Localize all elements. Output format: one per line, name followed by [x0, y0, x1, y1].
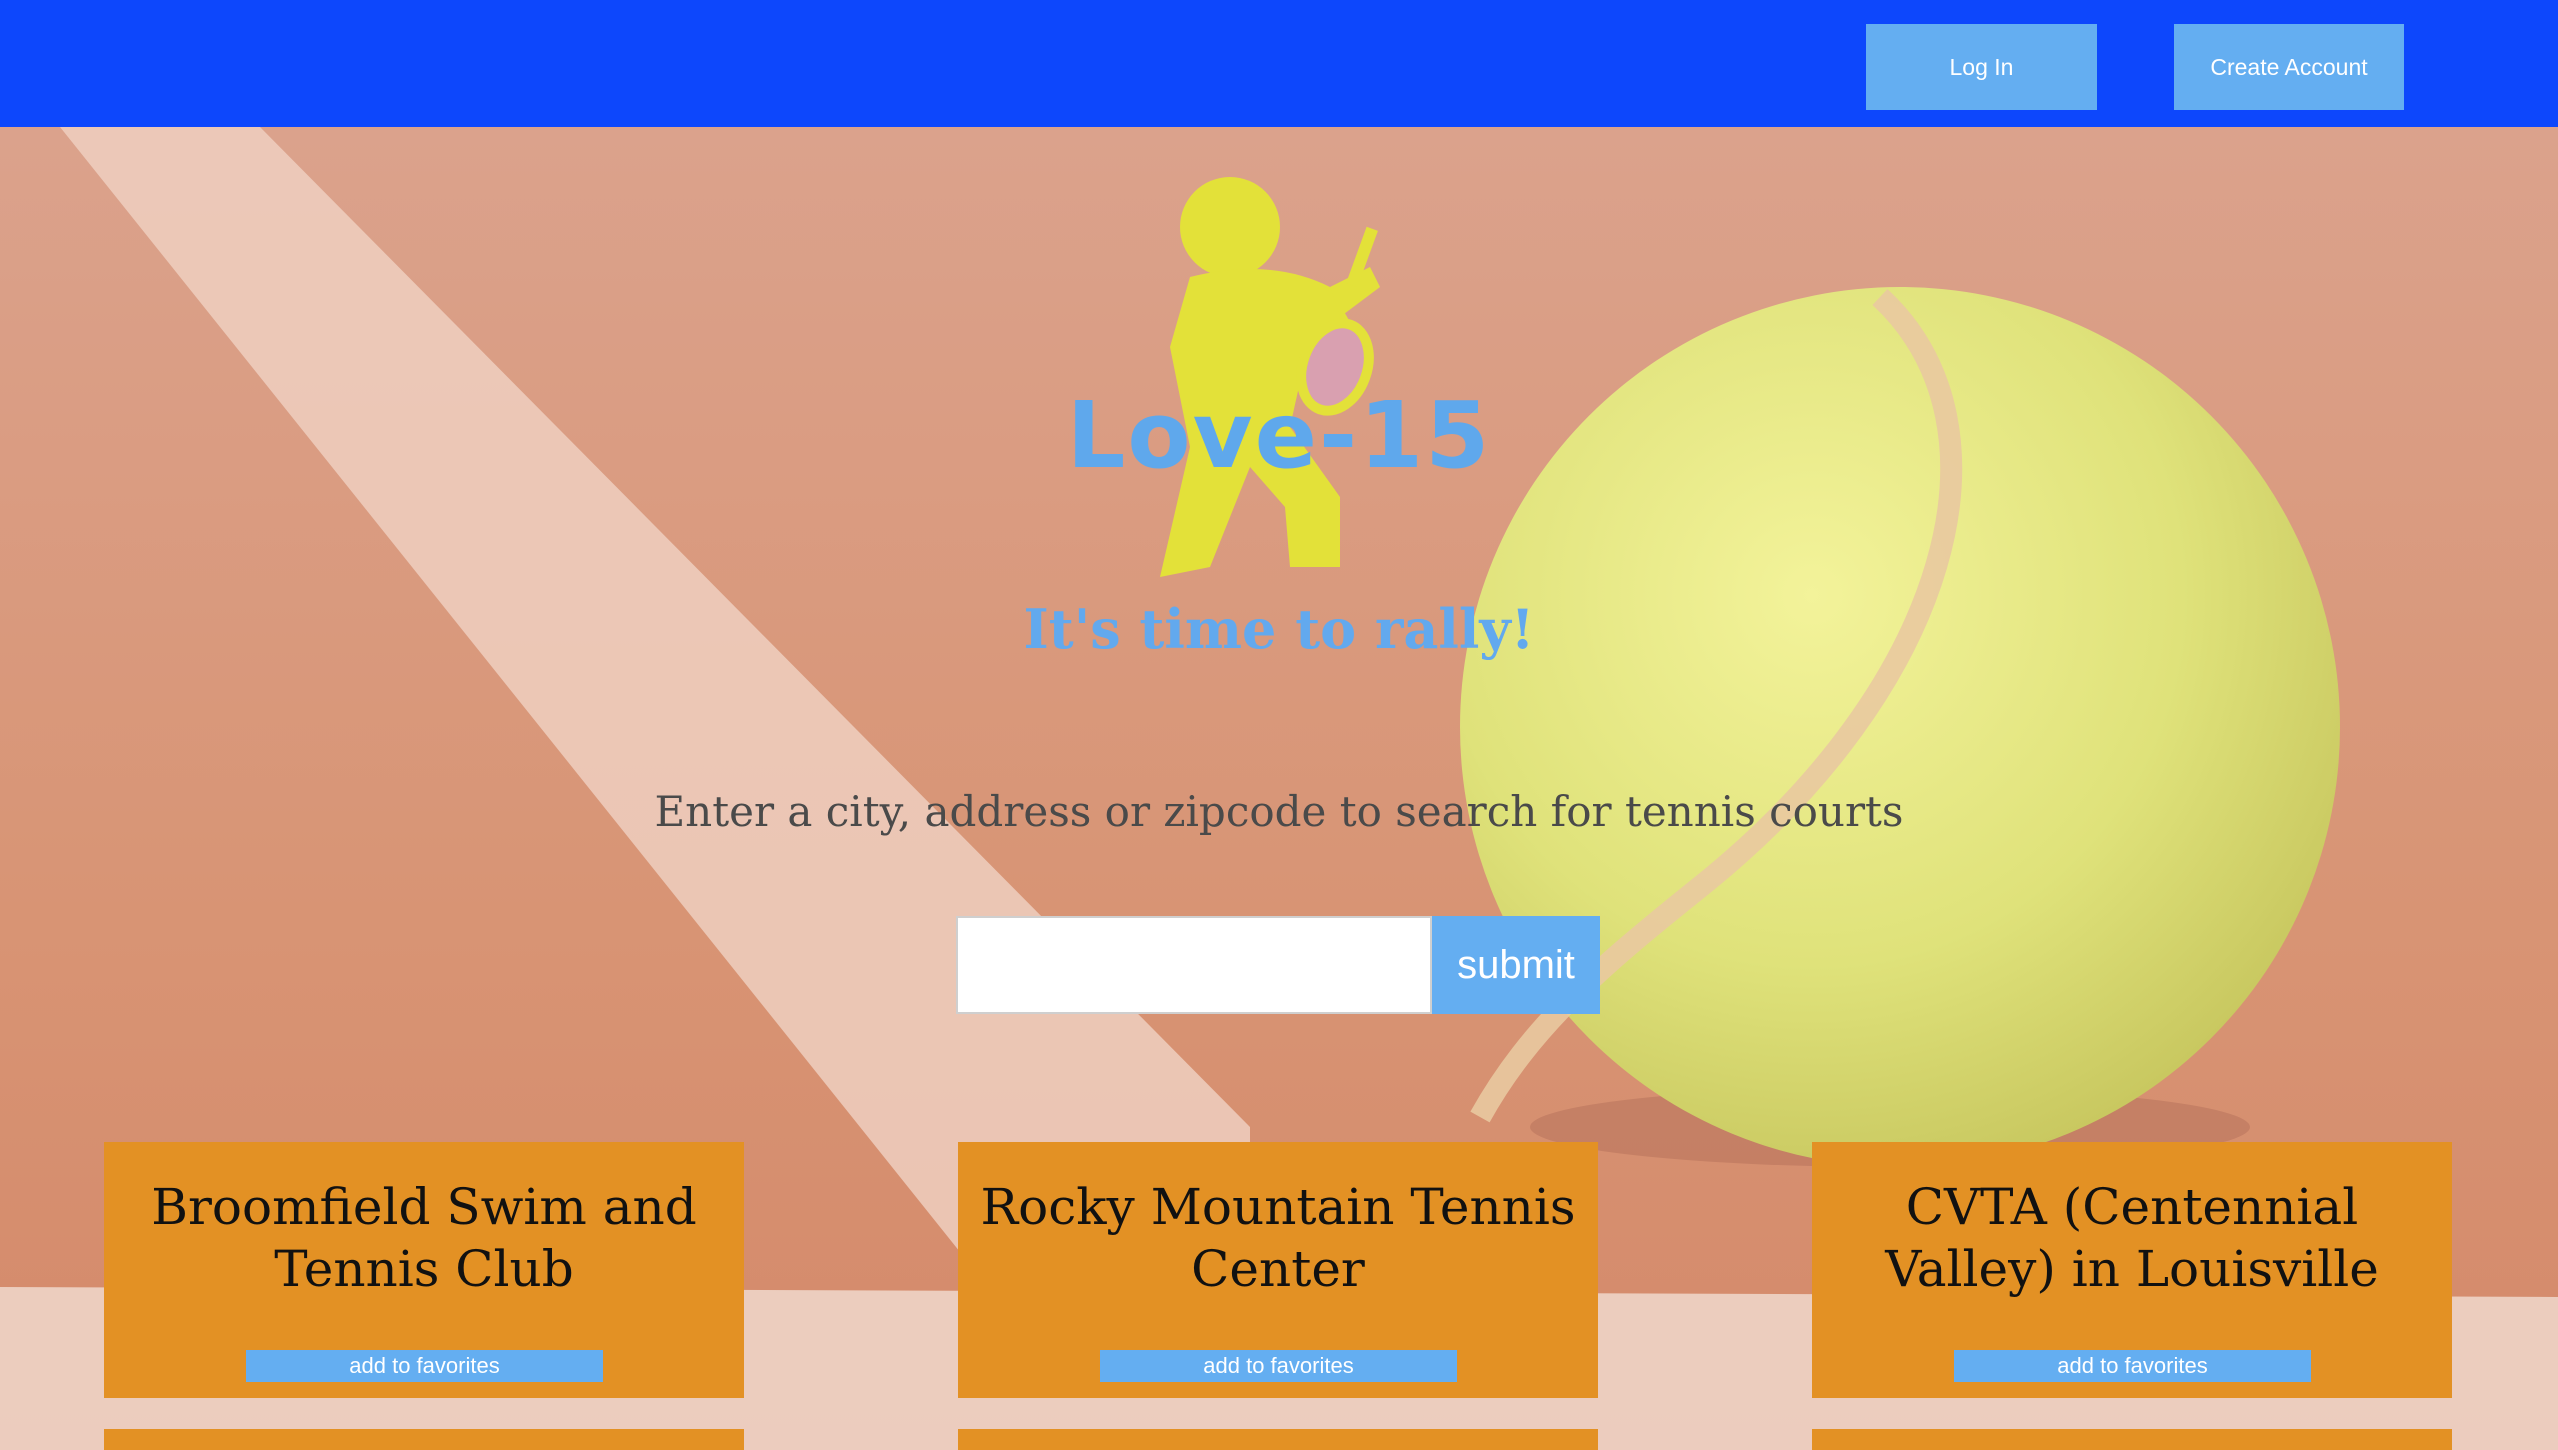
court-card-partial: [958, 1429, 1598, 1450]
court-name: CVTA (Centennial Valley) in Louisville: [1885, 1178, 2379, 1298]
brand-tagline: It's time to rally!: [1023, 597, 1535, 661]
brand-title: Love-15: [1066, 382, 1492, 489]
court-card: Broomfield Swim and Tennis Club add to f…: [104, 1142, 744, 1398]
tennis-player-icon: [1160, 177, 1380, 577]
add-to-favorites-button[interactable]: add to favorites: [246, 1350, 603, 1382]
submit-button[interactable]: submit: [1432, 916, 1600, 1014]
court-card: Rocky Mountain Tennis Center add to favo…: [958, 1142, 1598, 1398]
search-prompt: Enter a city, address or zipcode to sear…: [654, 787, 1904, 836]
location-search-input[interactable]: [956, 916, 1432, 1014]
top-navbar: Log In Create Account: [0, 0, 2558, 127]
court-name: Rocky Mountain Tennis Center: [980, 1178, 1576, 1298]
login-button[interactable]: Log In: [1866, 24, 2097, 110]
court-card-partial: [1812, 1429, 2452, 1450]
create-account-button[interactable]: Create Account: [2174, 24, 2404, 110]
add-to-favorites-button[interactable]: add to favorites: [1100, 1350, 1457, 1382]
hero-section: Love-15 It's time to rally! Enter a city…: [0, 127, 2558, 1450]
court-card: CVTA (Centennial Valley) in Louisville a…: [1812, 1142, 2452, 1398]
court-card-partial: [104, 1429, 744, 1450]
add-to-favorites-button[interactable]: add to favorites: [1954, 1350, 2311, 1382]
court-name: Broomfield Swim and Tennis Club: [151, 1178, 697, 1298]
